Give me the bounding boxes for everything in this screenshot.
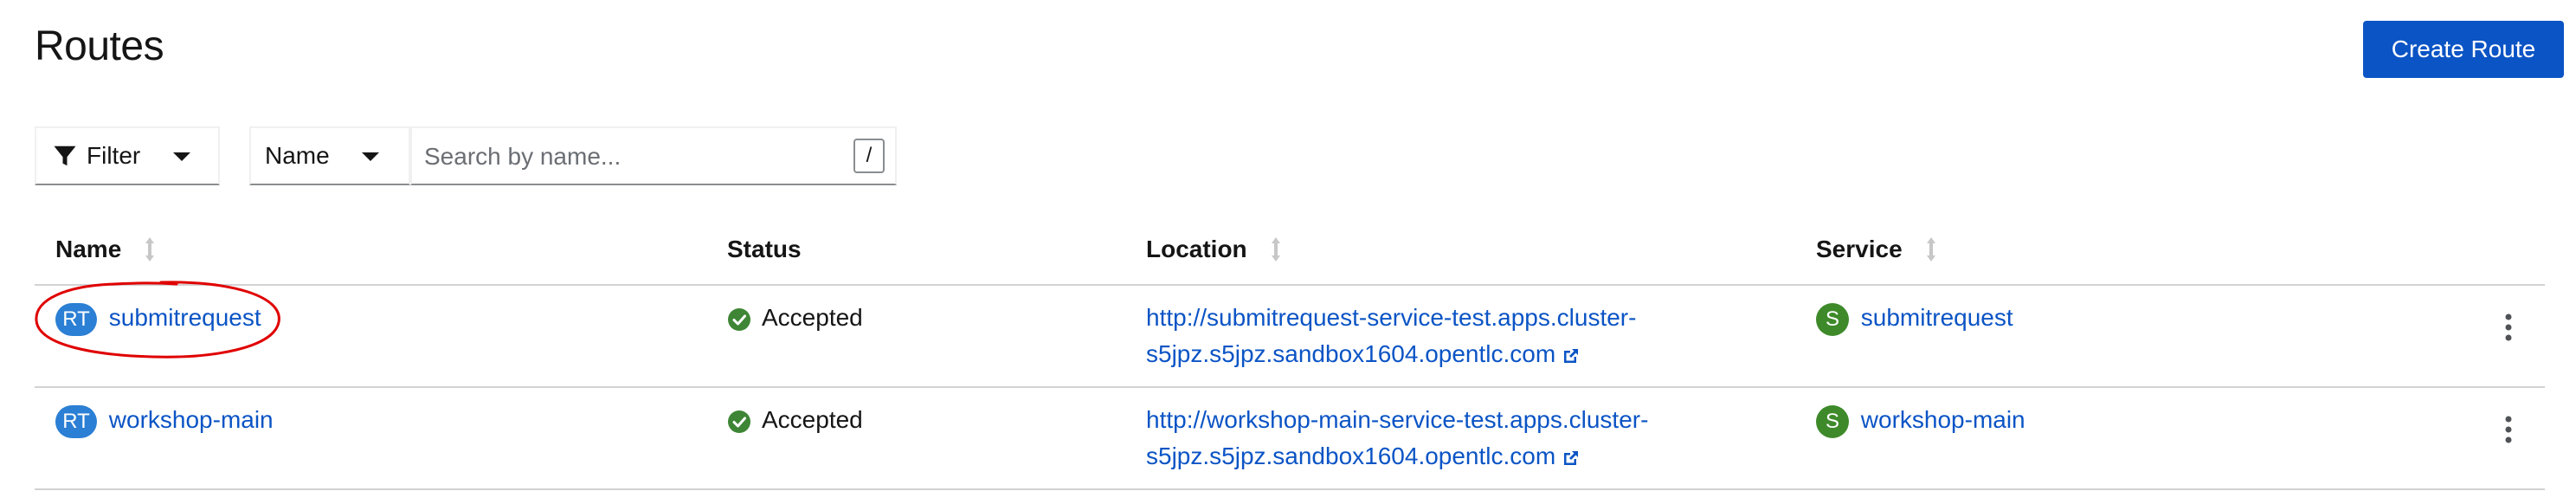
keyboard-shortcut-hint: /: [853, 139, 885, 173]
search-input[interactable]: [412, 128, 841, 185]
filter-label: Filter: [87, 142, 141, 169]
sort-icon: [145, 237, 155, 262]
column-header-service[interactable]: Service: [1816, 232, 1937, 267]
table-divider: [35, 284, 2545, 286]
location-line-1: http://submitrequest-service-test.apps.c…: [1146, 304, 1637, 331]
service-badge: S: [1816, 302, 1849, 336]
column-header-label: Status: [727, 236, 802, 262]
page-title: Routes: [35, 23, 164, 69]
caret-down-icon: [362, 152, 379, 161]
filter-dropdown[interactable]: Filter: [35, 126, 220, 185]
caret-down-icon: [173, 152, 190, 161]
check-circle-icon: [728, 307, 750, 331]
service-link[interactable]: submitrequest: [1861, 304, 2013, 331]
create-route-button[interactable]: Create Route: [2363, 21, 2564, 78]
route-badge: RT: [55, 404, 97, 438]
column-header-location[interactable]: Location: [1146, 232, 1282, 267]
service-cell: S workshop-main: [1816, 402, 2025, 438]
table-divider: [35, 488, 2545, 490]
table-divider: [35, 386, 2545, 388]
location-line-2: s5jpz.s5jpz.sandbox1604.opentlc.com: [1146, 443, 1556, 469]
service-cell: S submitrequest: [1816, 300, 2013, 336]
check-circle-icon: [728, 410, 750, 433]
service-link[interactable]: workshop-main: [1861, 406, 2025, 433]
route-name-cell: RT workshop-main: [55, 402, 274, 438]
location-link[interactable]: http://workshop-main-service-test.apps.c…: [1146, 406, 1648, 469]
location-cell: http://workshop-main-service-test.apps.c…: [1146, 402, 1648, 475]
route-badge: RT: [55, 302, 97, 336]
route-name-link[interactable]: submitrequest: [109, 304, 261, 331]
location-link[interactable]: http://submitrequest-service-test.apps.c…: [1146, 304, 1636, 367]
status-cell: Accepted: [727, 402, 863, 438]
service-badge: S: [1816, 404, 1849, 438]
kebab-menu-icon[interactable]: [2500, 412, 2517, 447]
status-text: Accepted: [762, 304, 863, 331]
kebab-menu-icon[interactable]: [2500, 310, 2517, 345]
column-header-label: Name: [55, 236, 122, 262]
filter-icon: [54, 145, 76, 166]
search-field: /: [410, 126, 897, 185]
location-line-1: http://workshop-main-service-test.apps.c…: [1146, 406, 1649, 433]
route-name-cell: RT submitrequest: [55, 300, 261, 336]
location-cell: http://submitrequest-service-test.apps.c…: [1146, 300, 1636, 372]
column-header-status: Status: [727, 232, 802, 267]
external-link-icon: [1564, 348, 1579, 363]
sort-icon: [1271, 237, 1280, 262]
name-attribute-dropdown[interactable]: Name: [249, 126, 410, 185]
location-line-2: s5jpz.s5jpz.sandbox1604.opentlc.com: [1146, 340, 1556, 367]
external-link-icon: [1564, 450, 1579, 465]
routes-page: Routes Create Route Filter Name / Name S…: [0, 0, 2576, 504]
status-cell: Accepted: [727, 300, 863, 336]
route-name-link[interactable]: workshop-main: [109, 406, 274, 433]
status-text: Accepted: [762, 406, 863, 433]
column-header-label: Location: [1146, 236, 1247, 262]
name-dropdown-label: Name: [265, 142, 330, 169]
sort-icon: [1926, 237, 1935, 262]
column-header-name[interactable]: Name: [55, 232, 156, 267]
column-header-label: Service: [1816, 236, 1903, 262]
